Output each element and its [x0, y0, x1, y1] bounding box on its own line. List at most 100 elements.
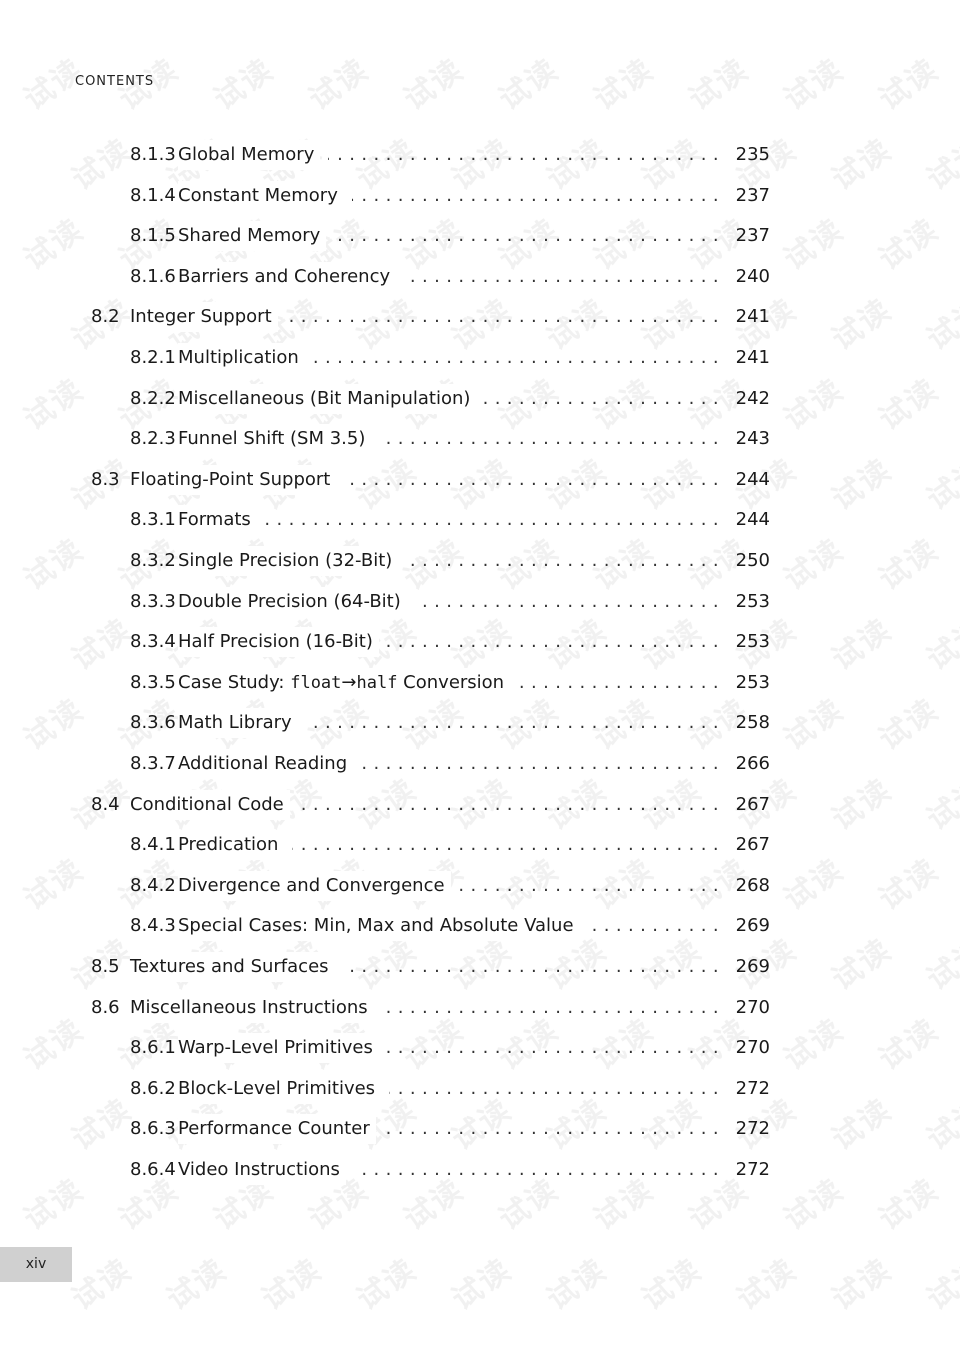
dot-leader: ........................................… — [354, 1159, 725, 1180]
toc-entry[interactable]: 8.4.2...................................… — [0, 870, 960, 901]
toc-entry-page: 240 — [735, 265, 770, 287]
toc-entry-page: 268 — [735, 874, 770, 896]
watermark-text: 试读 — [445, 1252, 519, 1318]
toc-entry-title: Funnel Shift (SM 3.5) — [178, 424, 372, 455]
dot-leader: ........................................… — [298, 793, 725, 815]
toc-entry-page: 241 — [735, 347, 770, 368]
toc-entry-title: Additional Reading — [178, 749, 354, 779]
toc-entry-number: 8.6.2 — [130, 1077, 176, 1099]
toc-entry-title: Floating-Point Support — [130, 464, 337, 495]
dot-leader: ........................................… — [352, 184, 725, 206]
toc-entry-page: 267 — [735, 834, 770, 856]
toc-entry-title: Constant Memory — [178, 180, 344, 211]
watermark-text: 试读 — [492, 52, 566, 118]
toc-entry-title: Special Cases: Min, Max and Absolute Val… — [178, 911, 580, 942]
watermark-text: 试读 — [587, 52, 661, 118]
watermark-text: 试读 — [397, 52, 471, 118]
toc-entry-page: 241 — [735, 306, 770, 328]
toc-entry[interactable]: 8.3.7...................................… — [0, 749, 960, 779]
toc-entry-page: 253 — [735, 590, 770, 612]
toc-entry-number: 8.1.3 — [130, 144, 176, 165]
watermark-text: 试读 — [255, 1252, 329, 1318]
dot-leader: ........................................… — [344, 468, 725, 490]
toc-entry[interactable]: 8.1.6...................................… — [0, 261, 960, 292]
toc-entry-page: 267 — [735, 793, 770, 815]
toc-entry-title: Miscellaneous (Bit Manipulation) — [178, 383, 477, 414]
toc-entry-title: Textures and Surfaces — [130, 952, 335, 982]
watermark-text: 试读 — [65, 1252, 139, 1318]
toc-entry-page: 272 — [735, 1118, 770, 1140]
dot-leader: ........................................… — [382, 996, 725, 1018]
toc-entry[interactable]: 8.1.5...................................… — [0, 221, 960, 252]
dot-leader: ........................................… — [384, 1118, 725, 1140]
watermark-text: 试读 — [635, 1252, 709, 1318]
toc-entry-title: Single Precision (32-Bit) — [178, 546, 399, 576]
toc-entry[interactable]: 8.1.4...................................… — [0, 180, 960, 211]
watermark-text: 试读 — [777, 52, 851, 118]
toc-entry-title: Double Precision (64-Bit) — [178, 586, 407, 617]
toc-entry-number: 8.4.3 — [130, 915, 176, 937]
toc-entry[interactable]: 8.6.3...................................… — [0, 1114, 960, 1145]
toc-entry[interactable]: 8.2.2...................................… — [0, 383, 960, 414]
toc-entry[interactable]: 8.6.1...................................… — [0, 1033, 960, 1064]
toc-entry[interactable]: 8.3.1...................................… — [0, 505, 960, 536]
toc-entry-number: 8.3.6 — [130, 712, 176, 734]
toc-entry[interactable]: 8.5.....................................… — [0, 952, 960, 982]
toc-entry-page: 270 — [735, 1037, 770, 1059]
watermark-text: 试读 — [920, 1252, 960, 1318]
toc-entry-title: Shared Memory — [178, 221, 327, 252]
toc-entry[interactable]: 8.6.2...................................… — [0, 1073, 960, 1104]
code-text: half — [356, 672, 398, 693]
watermark-text: 试读 — [872, 52, 946, 118]
toc-entry-number: 8.2.1 — [130, 347, 176, 368]
toc-entry-title: Case Study: float→half Conversion — [178, 667, 511, 698]
toc-entry[interactable]: 8.3.4...................................… — [0, 627, 960, 658]
toc-entry[interactable]: 8.6.4...................................… — [0, 1155, 960, 1185]
toc-entry-page: 269 — [735, 956, 770, 977]
toc-entry-number: 8.6.1 — [130, 1037, 176, 1059]
watermark-text: 试读 — [730, 1252, 804, 1318]
toc-entry[interactable]: 8.3.5...................................… — [0, 667, 960, 698]
toc-entry[interactable]: 8.3.3...................................… — [0, 586, 960, 617]
toc-entry-page: 242 — [735, 387, 770, 409]
toc-entry-page: 258 — [735, 712, 770, 734]
toc-entry-number: 8.5 — [91, 956, 120, 977]
toc-entry-number: 8.2.3 — [130, 428, 176, 450]
toc-entry-title: Conditional Code — [130, 789, 290, 820]
toc-entry[interactable]: 8.3.....................................… — [0, 464, 960, 495]
toc-entry[interactable]: 8.3.2...................................… — [0, 546, 960, 576]
toc-entry[interactable]: 8.2.....................................… — [0, 302, 960, 333]
toc-entry-title: Global Memory — [178, 140, 321, 170]
toc-entry-number: 8.1.6 — [130, 265, 176, 287]
toc-entry[interactable]: 8.3.6...................................… — [0, 708, 960, 739]
dot-leader: ........................................… — [387, 1037, 725, 1059]
dot-leader: ........................................… — [459, 874, 725, 896]
toc-entry-title: Miscellaneous Instructions — [130, 992, 374, 1023]
dot-leader: ........................................… — [389, 1077, 725, 1099]
toc-entry[interactable]: 8.2.1...................................… — [0, 343, 960, 373]
toc-entry-page: 235 — [735, 144, 770, 165]
dot-leader: ........................................… — [484, 387, 725, 409]
toc-entry-page: 250 — [735, 550, 770, 571]
toc-entry[interactable]: 8.1.3...................................… — [0, 140, 960, 170]
toc-entry-page: 243 — [735, 428, 770, 450]
toc-entry[interactable]: 8.4.3...................................… — [0, 911, 960, 942]
toc-entry[interactable]: 8.4.1...................................… — [0, 830, 960, 861]
dot-leader: ........................................… — [343, 956, 725, 977]
toc-entry-number: 8.3.4 — [130, 631, 176, 653]
toc-entry-page: 272 — [735, 1077, 770, 1099]
toc-entry-page: 269 — [735, 915, 770, 937]
toc-entry[interactable]: 8.4.....................................… — [0, 789, 960, 820]
toc-entry-number: 8.3.3 — [130, 590, 176, 612]
dot-leader: ........................................… — [306, 712, 725, 734]
toc-entry[interactable]: 8.6.....................................… — [0, 992, 960, 1023]
toc-entry-title: Half Precision (16-Bit) — [178, 627, 379, 658]
toc-entry-page: 266 — [735, 753, 770, 774]
title-text: Conversion — [397, 671, 505, 693]
running-head: CONTENTS — [75, 74, 155, 89]
toc-entry-page: 253 — [735, 631, 770, 653]
toc-entry-page: 244 — [735, 509, 770, 531]
toc-entry-page: 272 — [735, 1159, 770, 1180]
toc-entry[interactable]: 8.2.3...................................… — [0, 424, 960, 455]
dot-leader: ........................................… — [334, 225, 725, 247]
